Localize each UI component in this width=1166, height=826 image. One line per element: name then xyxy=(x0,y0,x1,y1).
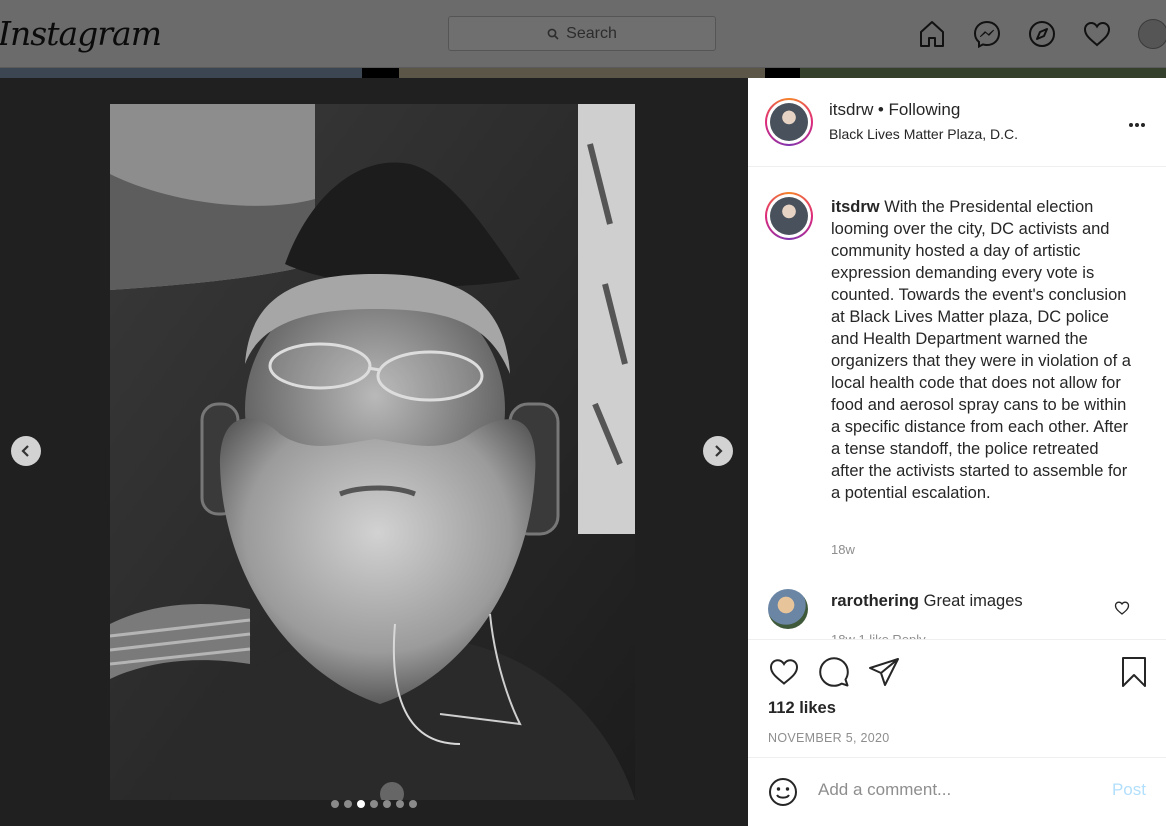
caption-username[interactable]: itsdrw xyxy=(831,198,880,216)
carousel-dot xyxy=(331,800,339,808)
previous-slide-button[interactable] xyxy=(11,436,41,466)
author-avatar-image xyxy=(770,103,808,141)
share-direct-icon[interactable] xyxy=(868,656,900,688)
following-status[interactable]: • Following xyxy=(878,100,961,119)
portrait-photo xyxy=(110,104,635,800)
post-caption: itsdrw With the Presidental election loo… xyxy=(831,196,1131,504)
feed-thumbnail xyxy=(399,68,765,78)
like-heart-icon[interactable] xyxy=(768,656,800,688)
caption-text: With the Presidental election looming ov… xyxy=(831,198,1131,502)
post-header: itsdrw • Following Black Lives Matter Pl… xyxy=(748,78,1166,167)
feed-thumbnail xyxy=(800,68,1166,78)
post-actions: 112 likes NOVEMBER 5, 2020 xyxy=(748,639,1166,757)
post-details-panel: itsdrw • Following Black Lives Matter Pl… xyxy=(748,78,1166,826)
explore-icon[interactable] xyxy=(1027,19,1057,49)
home-icon[interactable] xyxy=(917,19,947,49)
likes-count[interactable]: 112 likes xyxy=(768,699,836,718)
top-nav: Instagram Search xyxy=(0,0,1166,68)
carousel-dot xyxy=(344,800,352,808)
search-placeholder: Search xyxy=(566,24,617,42)
save-bookmark-icon[interactable] xyxy=(1118,656,1150,688)
post-location[interactable]: Black Lives Matter Plaza, D.C. xyxy=(829,126,1018,142)
search-box[interactable]: Search xyxy=(448,16,716,51)
chevron-left-icon xyxy=(21,445,29,457)
post-comment-button[interactable]: Post xyxy=(1112,780,1146,800)
carousel-indicator xyxy=(331,800,417,808)
comment-text: Great images xyxy=(923,592,1023,610)
like-comment-heart-icon[interactable] xyxy=(1114,600,1130,616)
post-photo[interactable] xyxy=(110,104,635,800)
search-icon xyxy=(547,28,559,40)
caption-age[interactable]: 18w xyxy=(831,542,855,557)
author-username[interactable]: itsdrw xyxy=(829,100,873,119)
author-line: itsdrw • Following xyxy=(829,100,960,120)
add-comment-bar: Add a comment... Post xyxy=(748,757,1166,826)
comment-username[interactable]: rarothering xyxy=(831,592,919,610)
messenger-icon[interactable] xyxy=(972,19,1002,49)
comment-item: rarothering Great images xyxy=(831,592,1023,611)
chevron-right-icon xyxy=(715,445,723,457)
carousel-dot xyxy=(370,800,378,808)
add-comment-input[interactable]: Add a comment... xyxy=(818,780,951,800)
activity-heart-icon[interactable] xyxy=(1082,19,1112,49)
caption-author-avatar[interactable] xyxy=(765,192,813,240)
post-date[interactable]: NOVEMBER 5, 2020 xyxy=(768,731,890,745)
next-slide-button[interactable] xyxy=(703,436,733,466)
more-options-button[interactable] xyxy=(1128,108,1146,134)
commenter-avatar[interactable] xyxy=(768,589,808,629)
author-avatar[interactable] xyxy=(765,98,813,146)
instagram-logo[interactable]: Instagram xyxy=(0,14,162,53)
carousel-dot-active xyxy=(357,800,365,808)
feed-thumbnail xyxy=(0,68,362,78)
more-horizontal-icon xyxy=(1129,123,1145,127)
carousel-dot xyxy=(409,800,417,808)
profile-avatar[interactable] xyxy=(1138,19,1166,49)
carousel-dot xyxy=(396,800,404,808)
emoji-icon[interactable] xyxy=(768,777,798,807)
carousel-dot xyxy=(383,800,391,808)
caption-author-avatar-image xyxy=(770,197,808,235)
comment-icon[interactable] xyxy=(818,656,850,688)
